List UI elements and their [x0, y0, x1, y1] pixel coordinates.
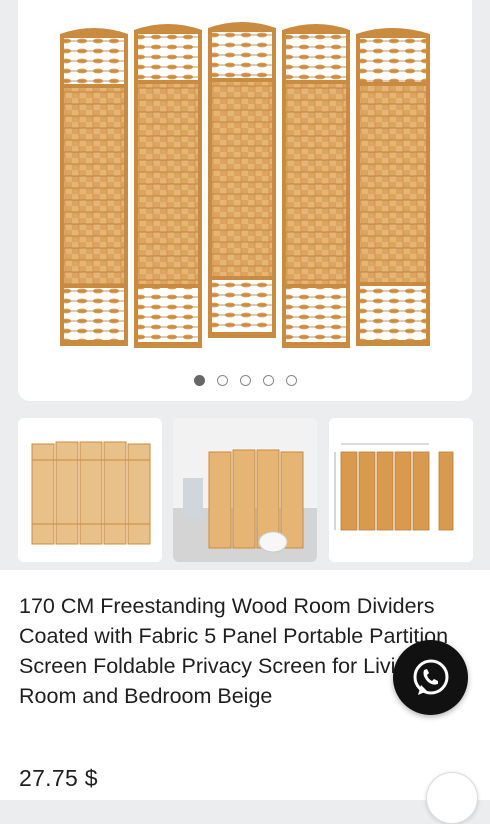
carousel-dot-1[interactable] — [193, 375, 205, 386]
dimensions-diagram-icon — [329, 418, 473, 562]
carousel-dot-4[interactable] — [262, 375, 274, 386]
room-divider-image — [60, 22, 430, 348]
product-image-main[interactable] — [18, 0, 472, 401]
room-scene-icon — [173, 418, 317, 562]
carousel-dot-2[interactable] — [216, 375, 228, 386]
thumbnail-3[interactable] — [329, 418, 473, 562]
carousel-dot-3[interactable] — [239, 375, 251, 386]
scroll-top-button[interactable] — [426, 772, 478, 824]
divider-thumbnail-icon — [18, 418, 162, 562]
product-price: 27.75 $ — [19, 765, 98, 791]
thumbnail-2[interactable] — [173, 418, 317, 562]
thumbnail-1[interactable] — [18, 418, 162, 562]
whatsapp-icon — [413, 659, 448, 695]
whatsapp-button[interactable] — [393, 640, 468, 715]
carousel-dot-5[interactable] — [285, 375, 297, 386]
product-title: 170 CM Freestanding Wood Room Dividers C… — [19, 594, 449, 708]
thumbnail-strip — [18, 418, 473, 562]
carousel-dots — [18, 375, 472, 386]
